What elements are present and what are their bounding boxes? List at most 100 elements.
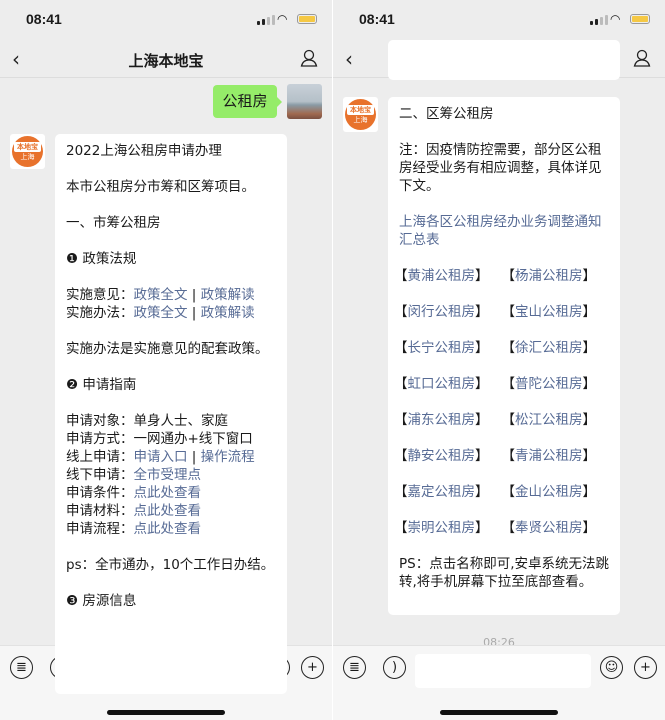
notice-text: 注：因疫情防控需要，部分区公租房经受业务有相应调整，具体详见下文。 <box>399 142 602 194</box>
emoji-icon[interactable]: ☺ <box>600 656 623 679</box>
district-link[interactable]: 【静安公租房】 <box>394 447 502 465</box>
district-name[interactable]: 松江公租房 <box>515 412 583 428</box>
home-indicator <box>440 710 558 715</box>
avatar-city-text: 上海 <box>20 152 35 161</box>
status-bar: 08:41 ◠ <box>333 0 665 45</box>
profile-icon[interactable] <box>633 49 651 67</box>
text: 申请条件： <box>66 485 134 501</box>
district-link[interactable]: 【虹口公租房】 <box>394 375 502 393</box>
battery-icon <box>630 14 650 24</box>
paragraph: ❶ 政策法规 <box>66 250 276 268</box>
district-name[interactable]: 奉贤公租房 <box>515 520 583 536</box>
text: ❸ 房源信息 <box>66 593 137 609</box>
plus-icon[interactable]: + <box>301 656 324 679</box>
ps-note: PS：点击名称即可,安卓系统无法跳转,将手机屏幕下拉至底部查看。 <box>399 556 610 590</box>
avatar-logo-text: 本地宝 <box>347 104 374 115</box>
text-line: 2022上海公租房申请办理 <box>66 142 276 160</box>
text: 实施办法： <box>66 305 134 321</box>
text-line: 申请材料：点此处查看 <box>66 502 276 520</box>
text: 一、市筹公租房 <box>66 215 161 231</box>
profile-icon[interactable] <box>300 49 318 67</box>
menu-list-icon[interactable]: ≣ <box>343 656 366 679</box>
text: ps：全市通办，10个工作日办结。 <box>66 557 275 573</box>
district-name[interactable]: 长宁公租房 <box>408 340 476 356</box>
text-line: 申请方式：一网通办+线下窗口 <box>66 430 276 448</box>
paragraph: 实施办法是实施意见的配套政策。 <box>66 340 276 358</box>
voice-icon[interactable]: ) <box>383 656 406 679</box>
article-bubble-district: 二、区筹公租房 注：因疫情防控需要，部分区公租房经受业务有相应调整，具体详见下文… <box>388 97 620 615</box>
paragraph: 本市公租房分市筹和区筹项目。 <box>66 178 276 196</box>
paragraph: ❸ 房源信息 <box>66 592 276 610</box>
text-line: 本市公租房分市筹和区筹项目。 <box>66 178 276 196</box>
link[interactable]: 政策全文 <box>134 305 188 321</box>
input-bar: ≣ ) ☺ + <box>333 645 665 720</box>
district-link[interactable]: 【黄浦公租房】 <box>394 267 502 285</box>
left-screen: 08:41 ◠ ‹ 上海本地宝 ≣ ) ☺ + 公租房 本地宝上海2022上海公… <box>0 0 332 720</box>
link[interactable]: 政策解读 <box>201 287 255 303</box>
district-name[interactable]: 闵行公租房 <box>408 304 476 320</box>
text-line: ❷ 申请指南 <box>66 376 276 394</box>
my-avatar[interactable] <box>287 84 322 119</box>
summary-link[interactable]: 上海各区公租房经办业务调整通知汇总表 <box>399 213 609 249</box>
text-line: 实施办法：政策全文 | 政策解读 <box>66 304 276 322</box>
district-link[interactable]: 【杨浦公租房】 <box>502 267 610 285</box>
link[interactable]: 点此处查看 <box>134 503 202 519</box>
article-bubble-city: 2022上海公租房申请办理本市公租房分市筹和区筹项目。 一、市筹公租房 ❶ 政策法规… <box>55 134 287 694</box>
text-line: 申请条件：点此处查看 <box>66 484 276 502</box>
district-name[interactable]: 静安公租房 <box>408 448 476 464</box>
section-heading: 二、区筹公租房 <box>399 106 494 122</box>
district-name[interactable]: 杨浦公租房 <box>515 268 583 284</box>
district-name[interactable]: 嘉定公租房 <box>408 484 476 500</box>
text-line: 线上申请：申请入口 | 操作流程 <box>66 448 276 466</box>
district-name[interactable]: 浦东公租房 <box>408 412 476 428</box>
link[interactable]: 操作流程 <box>201 449 255 465</box>
link[interactable]: 点此处查看 <box>134 521 202 537</box>
paragraph: 申请对象：单身人士、家庭 申请方式：一网通办+线下窗口 线上申请：申请入口 | 操作… <box>66 412 276 538</box>
text-line: 实施意见：政策全文 | 政策解读 <box>66 286 276 304</box>
district-link[interactable]: 【长宁公租房】 <box>394 339 502 357</box>
right-screen: 08:41 ◠ ‹ 上海本地宝 本地宝上海 二、区筹公租房 注：因疫情防控需要，… <box>333 0 665 720</box>
link[interactable]: 点此处查看 <box>134 485 202 501</box>
district-link[interactable]: 【青浦公租房】 <box>502 447 610 465</box>
district-link[interactable]: 【宝山公租房】 <box>502 303 610 321</box>
text-line: 申请流程：点此处查看 <box>66 520 276 538</box>
link[interactable]: 全市受理点 <box>134 467 202 483</box>
district-name[interactable]: 崇明公租房 <box>408 520 476 536</box>
my-message-bubble: 公租房 <box>213 85 282 118</box>
account-avatar[interactable]: 本地宝 上海 <box>343 97 378 132</box>
district-link[interactable]: 【浦东公租房】 <box>394 411 502 429</box>
link[interactable]: 申请入口 <box>134 449 188 465</box>
link[interactable]: 政策解读 <box>201 305 255 321</box>
district-link[interactable]: 【徐汇公租房】 <box>502 339 610 357</box>
district-link[interactable]: 【崇明公租房】 <box>394 519 502 537</box>
district-name[interactable]: 宝山公租房 <box>515 304 583 320</box>
text: 申请对象：单身人士、家庭 <box>66 413 228 429</box>
district-name[interactable]: 青浦公租房 <box>515 448 583 464</box>
paragraph: 实施意见：政策全文 | 政策解读 实施办法：政策全文 | 政策解读 <box>66 286 276 322</box>
district-name[interactable]: 徐汇公租房 <box>515 340 583 356</box>
link[interactable]: 政策全文 <box>134 287 188 303</box>
district-link[interactable]: 【松江公租房】 <box>502 411 610 429</box>
district-link[interactable]: 【嘉定公租房】 <box>394 483 502 501</box>
account-avatar[interactable]: 本地宝 上海 <box>10 134 45 169</box>
text-line: 线下申请：全市受理点 <box>66 466 276 484</box>
district-name[interactable]: 普陀公租房 <box>515 376 583 392</box>
district-links: 【黄浦公租房】 【杨浦公租房】 【闵行公租房】 【宝山公租房】 【长宁公租房】 【徐汇公租… <box>394 267 609 537</box>
district-link[interactable]: 【奉贤公租房】 <box>502 519 610 537</box>
text: 2022上海公租房申请办理 <box>66 143 222 159</box>
message-input[interactable] <box>415 654 591 688</box>
district-link[interactable]: 【普陀公租房】 <box>502 375 610 393</box>
district-link[interactable]: 【闵行公租房】 <box>394 303 502 321</box>
paragraph: 一、市筹公租房 <box>66 214 276 232</box>
district-link[interactable]: 【金山公租房】 <box>502 483 610 501</box>
text-line: ❸ 房源信息 <box>66 592 276 610</box>
district-name[interactable]: 黄浦公租房 <box>408 268 476 284</box>
menu-list-icon[interactable]: ≣ <box>10 656 33 679</box>
text: | <box>187 449 201 465</box>
previous-bubble <box>388 40 620 80</box>
avatar-city-text: 上海 <box>353 115 368 124</box>
district-name[interactable]: 金山公租房 <box>515 484 583 500</box>
plus-icon[interactable]: + <box>634 656 657 679</box>
district-name[interactable]: 虹口公租房 <box>408 376 476 392</box>
wifi-icon: ◠ <box>610 12 621 26</box>
